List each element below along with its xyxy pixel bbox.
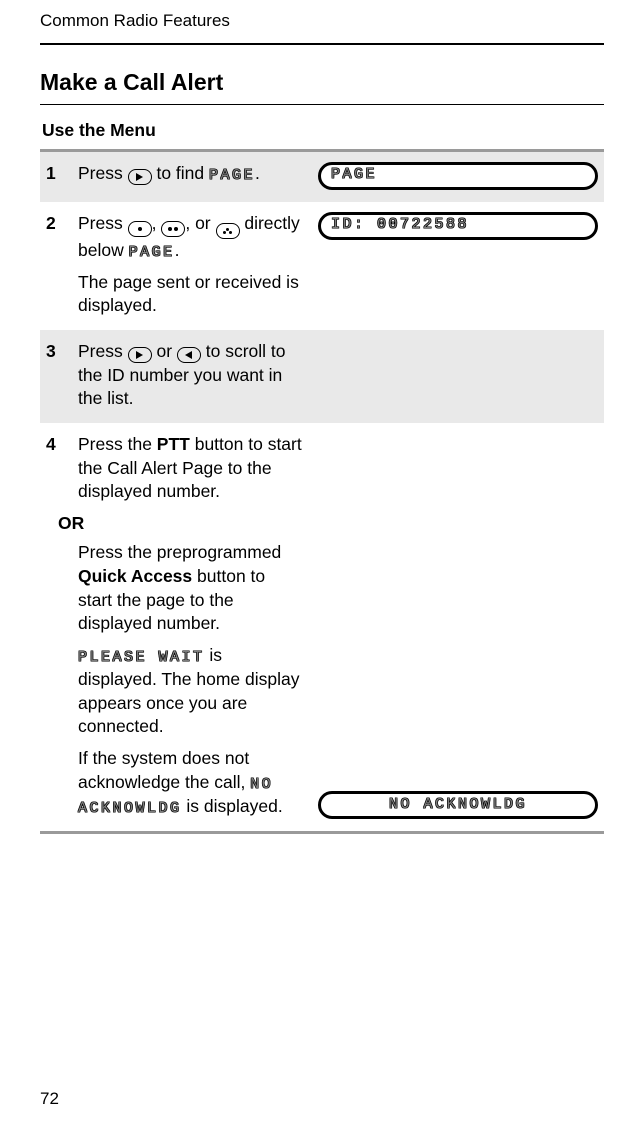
- text: is displayed.: [182, 796, 283, 816]
- step-text: Press or to scroll to the ID number you …: [78, 340, 308, 411]
- step-number: 4: [46, 433, 68, 819]
- lcd-display: PAGE: [318, 162, 598, 190]
- text: The page sent or received is displayed.: [78, 271, 302, 318]
- step-row-1: 1 Press to find PAGE. PAGE: [40, 152, 604, 202]
- bold-label-ptt: PTT: [157, 434, 190, 454]
- text: Press the preprogrammed: [78, 542, 281, 562]
- text: If the system does not acknowledge the c…: [78, 748, 250, 792]
- bold-label-quick-access: Quick Access: [78, 566, 192, 586]
- nav-right-key-icon: [128, 347, 152, 363]
- text: Press: [78, 163, 128, 183]
- step-text: Press to find PAGE.: [78, 162, 308, 190]
- step-number: 3: [46, 340, 68, 411]
- step-row-3: 3 Press or to scroll to the ID number yo…: [40, 330, 604, 423]
- step-display: NO ACKNOWLDG: [318, 433, 598, 819]
- softkey-two-dot-icon: [161, 221, 185, 237]
- lcd-word-page: PAGE: [209, 167, 255, 184]
- text: Press: [78, 341, 128, 361]
- lcd-display: ID: 00722588: [318, 212, 598, 240]
- nav-left-key-icon: [177, 347, 201, 363]
- lcd-text: NO ACKNOWLDG: [389, 795, 527, 815]
- text: Press the: [78, 434, 157, 454]
- text: or: [152, 341, 177, 361]
- step-text: Press the PTT button to start the Call A…: [78, 433, 308, 819]
- title-rule: [40, 104, 604, 105]
- steps-table: 1 Press to find PAGE. PAGE 2 Press , , o…: [40, 149, 604, 835]
- section-title: Make a Call Alert: [40, 67, 604, 98]
- text: ,: [152, 213, 162, 233]
- step-row-4: 4 Press the PTT button to start the Call…: [40, 423, 604, 831]
- lcd-word-page: PAGE: [129, 244, 175, 261]
- softkey-three-dot-icon: [216, 223, 240, 239]
- step-display: PAGE: [318, 162, 598, 190]
- running-head: Common Radio Features: [40, 10, 604, 33]
- lcd-text: PAGE: [331, 165, 377, 185]
- head-rule: [40, 43, 604, 45]
- step-number: 2: [46, 212, 68, 319]
- softkey-one-dot-icon: [128, 221, 152, 237]
- step-text: Press , , or directly below PAGE. The pa…: [78, 212, 308, 319]
- step-number: 1: [46, 162, 68, 190]
- step-display: [318, 340, 598, 411]
- nav-right-key-icon: [128, 169, 152, 185]
- text: to find: [152, 163, 209, 183]
- text: .: [255, 163, 260, 183]
- page-number: 72: [40, 1088, 59, 1111]
- text: .: [175, 240, 180, 260]
- subsection-title: Use the Menu: [42, 119, 604, 143]
- or-label: OR: [58, 512, 302, 536]
- step-display: ID: 00722588: [318, 212, 598, 319]
- text: Press: [78, 213, 128, 233]
- lcd-display: NO ACKNOWLDG: [318, 791, 598, 819]
- text: , or: [185, 213, 215, 233]
- step-row-2: 2 Press , , or directly below PAGE. The …: [40, 202, 604, 331]
- lcd-word-please-wait: PLEASE WAIT: [78, 649, 205, 666]
- lcd-text: ID: 00722588: [331, 215, 469, 235]
